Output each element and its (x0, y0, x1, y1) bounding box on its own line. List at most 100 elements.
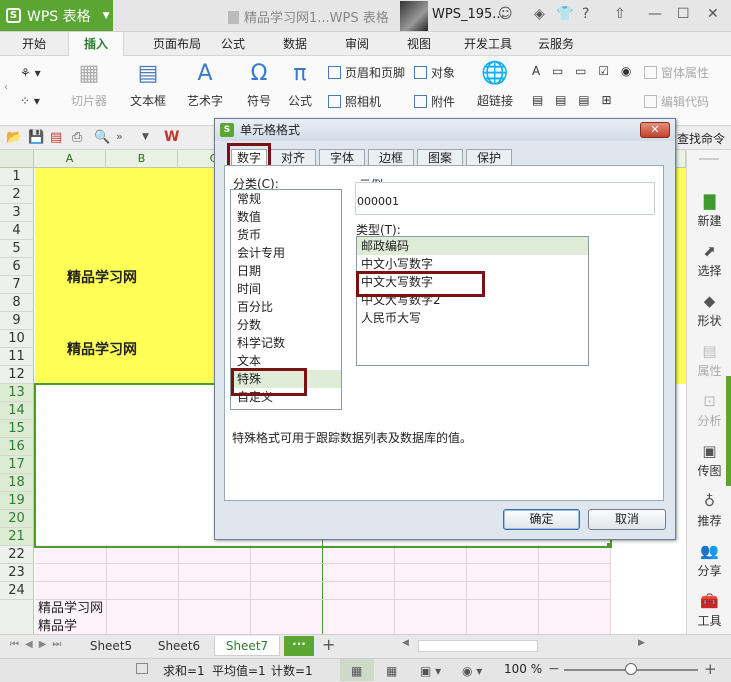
help-icon[interactable]: ? (582, 6, 589, 22)
attachment-button[interactable]: 附件 (414, 93, 455, 110)
control-properties-button[interactable]: 窗体属性 (644, 64, 709, 81)
slicer-button[interactable]: ▦ 切片器 (66, 60, 112, 109)
row-header[interactable]: 21 (0, 528, 34, 546)
tab-view[interactable]: 视图 (398, 32, 440, 56)
zoom-in-icon[interactable]: + (704, 660, 717, 678)
category-item[interactable]: 会计专用 (231, 244, 341, 262)
type-list[interactable]: 邮政编码 中文小写数字 中文大写数字 中文大写数字2 人民币大写 (356, 236, 589, 366)
category-item[interactable]: 常规 (231, 190, 341, 208)
zoom-level[interactable]: 100 % (504, 662, 542, 676)
page-break-icon[interactable]: ▣ ▾ (420, 664, 441, 678)
find-command[interactable]: 查找命令 (677, 130, 725, 147)
wordart-button[interactable]: A 艺术字 (180, 60, 230, 109)
sheet-nav-icons[interactable]: ⏮◀▶⏭ (10, 639, 67, 650)
row-header[interactable]: 23 (0, 564, 34, 582)
cancel-button[interactable]: 取消 (588, 509, 666, 530)
sidebar-item-share[interactable]: 👥 分享 (687, 542, 731, 579)
sidebar-item-select[interactable]: ⬈ 选择 (687, 242, 731, 279)
symbol-button[interactable]: Ω 符号 (240, 60, 278, 109)
tab-developer[interactable]: 开发工具 (455, 32, 521, 56)
column-header-b[interactable]: B (106, 150, 178, 168)
object-button[interactable]: 对象 (414, 64, 455, 81)
maximize-icon[interactable]: ☐ (677, 6, 690, 22)
sidebar-item-tools[interactable]: 🧰 工具 (687, 592, 731, 629)
row-header[interactable]: 6 (0, 258, 34, 276)
column-header-a[interactable]: A (34, 150, 106, 168)
tab-home[interactable]: 开始 (10, 32, 58, 56)
row-header[interactable]: 8 (0, 294, 34, 312)
category-item[interactable]: 日期 (231, 262, 341, 280)
print-icon[interactable]: ⎙ (72, 130, 82, 145)
close-icon[interactable]: ✕ (707, 6, 719, 22)
row-header[interactable]: 9 (0, 312, 34, 330)
sheet-tab-sheet7[interactable]: Sheet7 (214, 636, 280, 656)
sidebar-collapse-handle[interactable] (726, 376, 731, 486)
textbox-button[interactable]: ▤ 文本框 (124, 60, 172, 109)
category-item[interactable]: 货币 (231, 226, 341, 244)
cell-a7[interactable]: 精品学习网 (67, 267, 137, 287)
tab-page-layout[interactable]: 页面布局 (134, 32, 220, 56)
row-header[interactable]: 12 (0, 366, 34, 384)
camera-button[interactable]: 照相机 (328, 93, 381, 110)
row-header[interactable]: 15 (0, 420, 34, 438)
row-header[interactable]: 16 (0, 438, 34, 456)
row-header[interactable]: 22 (0, 546, 34, 564)
row-header[interactable]: 11 (0, 348, 34, 366)
user-name[interactable]: WPS_195... (432, 7, 505, 22)
form-controls-row-2[interactable]: ▤ ▤ ▤ ⊞ (532, 93, 616, 107)
zoom-slider-thumb[interactable] (625, 663, 637, 675)
dialog-close-button[interactable]: ✕ (640, 122, 670, 138)
row-header[interactable]: 14 (0, 402, 34, 420)
formula-button[interactable]: π 公式 (284, 60, 316, 109)
scroll-left-icon[interactable]: ◀ (402, 638, 409, 648)
smartart-icon[interactable]: ⁘ ▾ (20, 94, 40, 108)
row-header[interactable]: 1 (0, 168, 34, 186)
row-header[interactable]: 2 (0, 186, 34, 204)
row-header[interactable]: 17 (0, 456, 34, 474)
app-menu-button[interactable]: S WPS 表格 ▼ (0, 0, 113, 31)
scroll-right-icon[interactable]: ▶ (638, 638, 645, 648)
ok-button[interactable]: 确定 (503, 509, 580, 530)
ribbon-scroll-left-icon[interactable]: ‹ (4, 82, 8, 93)
sidebar-item-shape[interactable]: ◆ 形状 (687, 292, 731, 329)
chevron-down-icon[interactable]: ▼ (142, 132, 149, 142)
row-header[interactable]: 5 (0, 240, 34, 258)
row-header[interactable]: 18 (0, 474, 34, 492)
header-footer-button[interactable]: 页眉和页脚 (328, 64, 405, 81)
row-header[interactable]: 19 (0, 492, 34, 510)
save-icon[interactable]: 💾 (28, 130, 44, 145)
fill-handle[interactable] (607, 543, 612, 548)
restore-ribbon-icon[interactable]: ⇧ (614, 6, 626, 22)
row-header-blank[interactable] (0, 600, 34, 634)
pdf-icon[interactable]: ▤ (50, 130, 62, 145)
cell-a25[interactable]: 精品学习网精品学 (38, 600, 104, 634)
tab-formula[interactable]: 公式 (212, 32, 254, 56)
shirt-icon[interactable]: 👕 (556, 6, 573, 22)
sidebar-item-properties[interactable]: ▤ 属性 (687, 342, 731, 379)
category-item[interactable]: 数值 (231, 208, 341, 226)
category-item[interactable]: 百分比 (231, 298, 341, 316)
wps-w-icon[interactable]: W (164, 129, 179, 145)
zoom-out-icon[interactable]: − (548, 661, 560, 677)
minimize-icon[interactable]: — (648, 6, 662, 22)
tab-insert[interactable]: 插入 (68, 32, 124, 56)
tab-cloud[interactable]: 云服务 (530, 32, 582, 56)
sidebar-item-new[interactable]: ▇ 新建 (687, 192, 731, 229)
select-all-corner[interactable] (0, 150, 34, 168)
category-item[interactable]: 科学记数 (231, 334, 341, 352)
preview-icon[interactable]: 🔍 (94, 130, 110, 145)
sidebar-item-analyze[interactable]: ⊡ 分析 (687, 392, 731, 429)
sheet-tab-sheet6[interactable]: Sheet6 (148, 636, 210, 656)
row-header[interactable]: 4 (0, 222, 34, 240)
sidebar-item-recommend[interactable]: ♁ 推荐 (687, 492, 731, 529)
eye-icon[interactable]: ◉ ▾ (462, 664, 482, 678)
shapes-icon[interactable]: ⚘ ▾ (20, 66, 41, 80)
row-header[interactable]: 3 (0, 204, 34, 222)
row-header[interactable]: 7 (0, 276, 34, 294)
row-header[interactable]: 10 (0, 330, 34, 348)
category-item[interactable]: 分数 (231, 316, 341, 334)
more-icon[interactable]: » (116, 130, 123, 143)
page-layout-icon[interactable]: ▦ (386, 664, 397, 678)
add-sheet-icon[interactable]: + (322, 635, 335, 654)
user-menu-icon[interactable]: ☺ (498, 6, 513, 22)
